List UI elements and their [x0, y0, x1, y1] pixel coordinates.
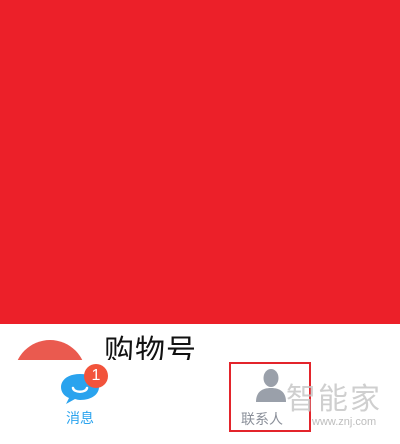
red-banner [0, 0, 400, 324]
tab-contacts-label: 联系人 [241, 412, 283, 428]
list-item-title: 购物号 [104, 334, 197, 360]
list-item[interactable]: 购物号 [0, 324, 400, 360]
watermark-logo: 智能家 [286, 382, 382, 417]
watermark: 智能家 www.znj.com [286, 364, 396, 434]
tab-messages[interactable]: 1 消息 [40, 360, 130, 444]
unread-badge: 1 [84, 364, 108, 388]
watermark-url: www.znj.com [312, 416, 377, 428]
person-icon [256, 369, 286, 402]
avatar [14, 340, 86, 360]
tab-messages-label: 消息 [66, 411, 94, 427]
